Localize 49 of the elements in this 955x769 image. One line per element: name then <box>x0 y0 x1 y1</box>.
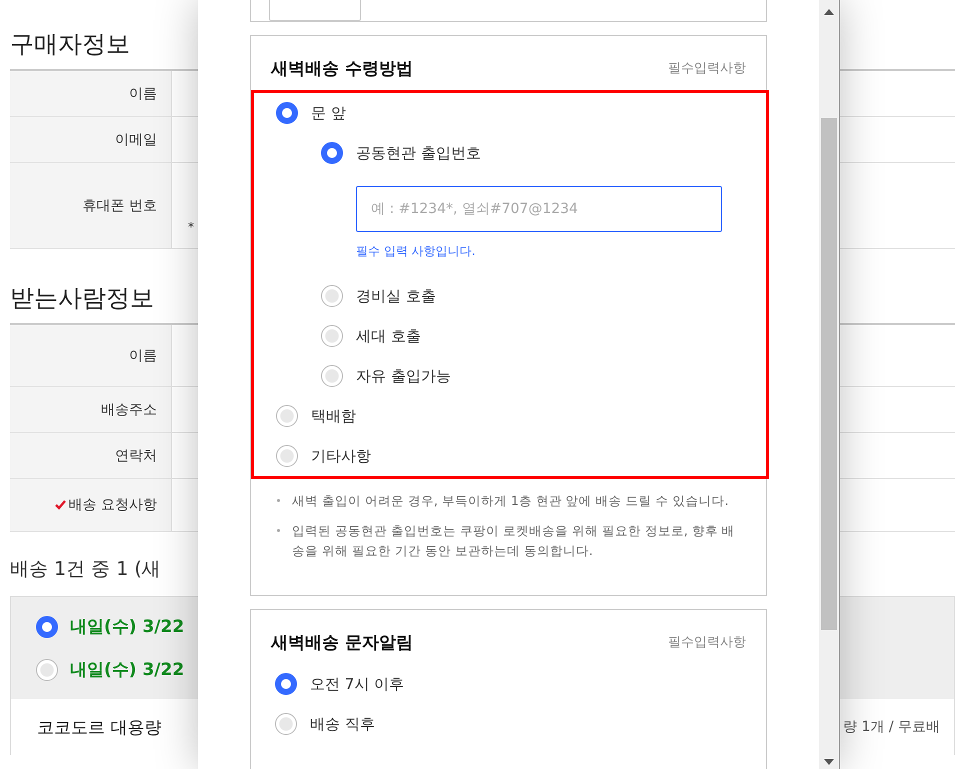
radio-button[interactable] <box>321 365 343 387</box>
radio-button[interactable] <box>321 285 343 307</box>
option-label[interactable]: 공동현관 출입번호 <box>356 144 481 162</box>
delivery-date[interactable]: 내일(수) 3/22 <box>70 658 184 681</box>
option-label[interactable]: 세대 호출 <box>356 326 421 346</box>
scrollbar[interactable] <box>819 0 839 769</box>
section-title: 받는사람정보 <box>10 283 154 313</box>
bullet-icon <box>277 499 280 502</box>
row-label: 이름 <box>129 346 157 364</box>
radio-button[interactable] <box>276 102 298 124</box>
option-label[interactable]: 문 앞 <box>311 104 346 122</box>
note-text: 입력된 공동현관 출입번호는 쿠팡이 로켓배송을 위해 필요한 정보로, 향후 배송을 위해 필요한 기간 동안 보관하는데 동의합니다. <box>292 522 736 560</box>
row-label: 이름 <box>129 84 157 102</box>
radio-button[interactable] <box>275 673 297 695</box>
row-label: 배송 요청사항 <box>68 496 157 514</box>
card-title: 새벽배송 문자알림 <box>271 632 413 654</box>
note-text: 새벽 출입이 어려운 경우, 부득이하게 1층 현관 앞에 배송 드릴 수 있습니다. <box>292 492 730 510</box>
product-name: 코코도르 대용량 <box>37 716 162 738</box>
radio-button[interactable] <box>36 658 58 680</box>
input-field[interactable]: 예 : #1234*, 열쇠#707@1234 <box>356 186 722 232</box>
option-label[interactable]: 택배함 <box>311 406 356 426</box>
row-label: 휴대폰 번호 <box>82 196 157 214</box>
option-label[interactable]: 기타사항 <box>311 446 371 466</box>
shipment-title: 배송 1건 중 1 (새 <box>10 557 162 582</box>
radio-button[interactable] <box>36 616 58 638</box>
scrollbar-thumb[interactable] <box>821 118 837 630</box>
field-note: * <box>188 220 195 234</box>
row-label: 배송주소 <box>101 400 157 418</box>
option-label[interactable]: 경비실 호출 <box>356 286 436 306</box>
required-note: 필수입력사항 <box>668 60 746 77</box>
error-message: 필수 입력 사항입니다. <box>356 243 476 259</box>
scroll-down-icon[interactable] <box>824 759 834 765</box>
delivery-date[interactable]: 내일(수) 3/22 <box>70 615 184 638</box>
row-label: 이메일 <box>115 130 157 148</box>
radio-button[interactable] <box>275 713 297 735</box>
section-title: 구매자정보 <box>10 29 130 59</box>
bullet-icon <box>277 529 280 532</box>
product-detail: 량 1개 / 무료배 <box>843 718 940 736</box>
card-title: 새벽배송 수령방법 <box>271 58 413 80</box>
radio-button[interactable] <box>321 325 343 347</box>
option-label[interactable]: 자유 출입가능 <box>356 366 451 386</box>
row-label: 연락처 <box>115 446 157 464</box>
option-label[interactable]: 배송 직후 <box>310 714 375 734</box>
radio-button[interactable] <box>276 445 298 467</box>
scroll-up-icon[interactable] <box>824 9 834 15</box>
radio-button[interactable] <box>276 405 298 427</box>
option-label[interactable]: 오전 7시 이후 <box>310 674 404 694</box>
radio-button[interactable] <box>321 142 343 164</box>
required-note: 필수입력사항 <box>668 634 746 651</box>
